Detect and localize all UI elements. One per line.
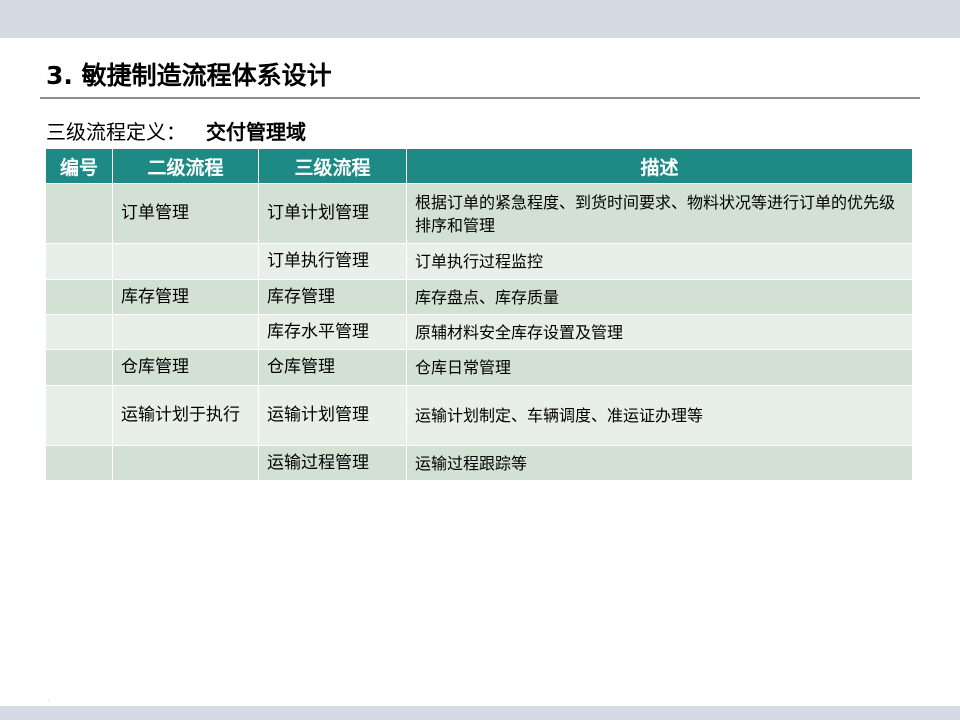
- table-row: 运输计划于执行 运输计划管理 运输计划制定、车辆调度、准运证办理等: [45, 385, 913, 446]
- cell-description: 运输过程跟踪等: [406, 445, 913, 481]
- cell-description: 仓库日常管理: [406, 349, 913, 386]
- table-row: 仓库管理 仓库管理 仓库日常管理: [45, 349, 913, 386]
- header-level2: 二级流程: [112, 148, 259, 184]
- table-row: 库存水平管理 原辅材料安全库存设置及管理: [45, 314, 913, 350]
- cell-number: [45, 243, 113, 280]
- footer-mark: .: [48, 696, 50, 703]
- bottom-band: [0, 706, 960, 720]
- slide-title: 3. 敏捷制造流程体系设计: [46, 61, 332, 90]
- cell-description: 运输计划制定、车辆调度、准运证办理等: [406, 385, 913, 446]
- header-level3: 三级流程: [258, 148, 407, 184]
- top-band: [0, 0, 960, 38]
- cell-description: 原辅材料安全库存设置及管理: [406, 314, 913, 350]
- header-description: 描述: [406, 148, 913, 184]
- cell-number: [45, 349, 113, 386]
- cell-level3: 库存水平管理: [258, 314, 407, 350]
- header-number: 编号: [45, 148, 113, 184]
- cell-number: [45, 183, 113, 244]
- cell-level2: [112, 314, 259, 350]
- cell-level2: [112, 445, 259, 481]
- cell-description: 根据订单的紧急程度、到货时间要求、物料状况等进行订单的优先级排序和管理: [406, 183, 913, 244]
- cell-level3: 订单计划管理: [258, 183, 407, 244]
- cell-description: 库存盘点、库存质量: [406, 279, 913, 315]
- cell-level2: 库存管理: [112, 279, 259, 315]
- cell-number: [45, 314, 113, 350]
- cell-level2: 运输计划于执行: [112, 385, 259, 446]
- subtitle: 三级流程定义： 交付管理域: [46, 116, 306, 145]
- table-row: 运输过程管理 运输过程跟踪等: [45, 445, 913, 481]
- table-row: 库存管理 库存管理 库存盘点、库存质量: [45, 279, 913, 315]
- title-divider: [40, 97, 920, 99]
- table-header-row: 编号 二级流程 三级流程 描述: [45, 148, 913, 184]
- table-row: 订单管理 订单计划管理 根据订单的紧急程度、到货时间要求、物料状况等进行订单的优…: [45, 183, 913, 244]
- cell-number: [45, 445, 113, 481]
- cell-level3: 运输过程管理: [258, 445, 407, 481]
- cell-number: [45, 279, 113, 315]
- process-table: 编号 二级流程 三级流程 描述 订单管理 订单计划管理 根据订单的紧急程度、到货…: [45, 148, 913, 481]
- cell-description: 订单执行过程监控: [406, 243, 913, 280]
- subtitle-domain: 交付管理域: [206, 120, 306, 144]
- cell-level2: 仓库管理: [112, 349, 259, 386]
- cell-level3: 库存管理: [258, 279, 407, 315]
- table-row: 订单执行管理 订单执行过程监控: [45, 243, 913, 280]
- cell-level3: 运输计划管理: [258, 385, 407, 446]
- cell-number: [45, 385, 113, 446]
- cell-level2: [112, 243, 259, 280]
- subtitle-lead: 三级流程定义：: [46, 120, 186, 144]
- cell-level3: 订单执行管理: [258, 243, 407, 280]
- cell-level2: 订单管理: [112, 183, 259, 244]
- cell-level3: 仓库管理: [258, 349, 407, 386]
